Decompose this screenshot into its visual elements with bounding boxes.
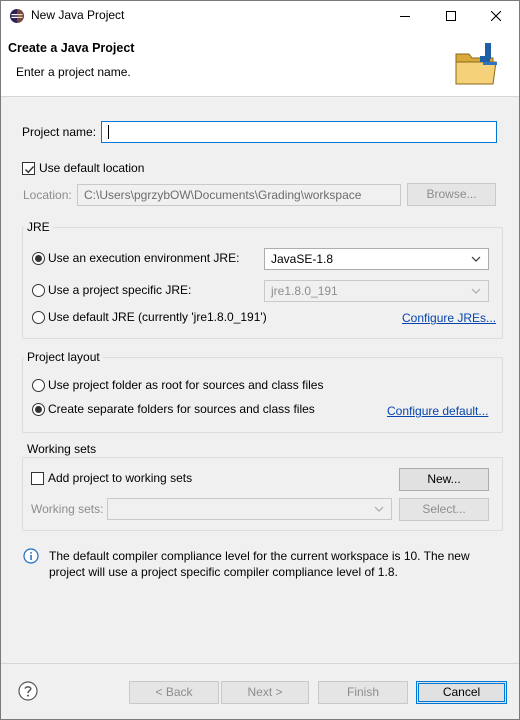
project-name-input[interactable] xyxy=(101,121,497,143)
text-caret xyxy=(108,125,109,139)
title-bar[interactable]: New Java Project xyxy=(1,1,519,30)
configure-default-link[interactable]: Configure default... xyxy=(387,404,488,418)
window-title: New Java Project xyxy=(31,8,125,22)
jre-execution-env-label[interactable]: Use an execution environment JRE: xyxy=(48,251,239,265)
info-icon xyxy=(23,548,39,564)
eclipse-app-icon xyxy=(9,8,25,24)
footer-separator xyxy=(1,663,519,664)
location-input[interactable]: C:\Users\pgrzybOW\Documents\Grading\work… xyxy=(77,184,401,206)
maximize-button[interactable] xyxy=(428,1,474,30)
layout-root-folder-label[interactable]: Use project folder as root for sources a… xyxy=(48,378,323,392)
cancel-button[interactable]: Cancel xyxy=(416,681,507,704)
jre-execution-env-radio[interactable] xyxy=(32,252,45,265)
project-specific-jre-select[interactable]: jre1.8.0_191 xyxy=(264,280,489,302)
checkmark-icon xyxy=(25,166,35,174)
java-project-folder-icon xyxy=(453,40,501,88)
jre-default-label[interactable]: Use default JRE (currently 'jre1.8.0_191… xyxy=(48,310,267,324)
minimize-icon xyxy=(400,15,410,17)
banner-subtitle: Enter a project name. xyxy=(16,65,131,79)
minimize-button[interactable] xyxy=(382,1,428,30)
location-label: Location: xyxy=(23,188,72,202)
use-default-location-label[interactable]: Use default location xyxy=(39,161,144,175)
compliance-info-message: The default compiler compliance level fo… xyxy=(49,549,470,579)
execution-env-value: JavaSE-1.8 xyxy=(271,252,334,266)
radio-dot xyxy=(35,406,42,413)
new-java-project-window: New Java Project Create a Java Project E… xyxy=(0,0,520,720)
execution-env-select[interactable]: JavaSE-1.8 xyxy=(264,248,489,270)
project-name-label: Project name: xyxy=(22,125,97,139)
layout-separate-folders-radio[interactable] xyxy=(32,403,45,416)
add-to-working-sets-checkbox[interactable] xyxy=(31,472,44,485)
chevron-down-icon xyxy=(471,256,481,262)
chevron-down-icon xyxy=(374,506,384,512)
close-button[interactable] xyxy=(473,1,519,30)
layout-root-folder-radio[interactable] xyxy=(32,379,45,392)
help-icon[interactable] xyxy=(18,681,38,701)
select-working-sets-button[interactable]: Select... xyxy=(399,498,489,521)
back-button[interactable]: < Back xyxy=(129,681,219,704)
banner-title: Create a Java Project xyxy=(8,41,135,55)
jre-group-title: JRE xyxy=(24,220,53,234)
jre-project-specific-radio[interactable] xyxy=(32,284,45,297)
add-to-working-sets-label[interactable]: Add project to working sets xyxy=(48,471,192,485)
finish-button[interactable]: Finish xyxy=(318,681,408,704)
use-default-location-checkbox[interactable] xyxy=(22,162,35,175)
layout-separate-folders-label[interactable]: Create separate folders for sources and … xyxy=(48,402,315,416)
chevron-down-icon xyxy=(471,288,481,294)
configure-jres-link[interactable]: Configure JREs... xyxy=(402,311,496,325)
working-sets-group-title: Working sets xyxy=(24,442,100,456)
project-specific-jre-value: jre1.8.0_191 xyxy=(271,284,338,298)
close-icon xyxy=(491,10,501,21)
working-sets-select[interactable] xyxy=(107,498,392,520)
radio-dot xyxy=(35,255,42,262)
new-working-set-button[interactable]: New... xyxy=(399,468,489,491)
jre-project-specific-label[interactable]: Use a project specific JRE: xyxy=(48,283,191,297)
browse-button[interactable]: Browse... xyxy=(407,183,496,206)
working-sets-label: Working sets: xyxy=(31,502,104,516)
jre-default-radio[interactable] xyxy=(32,311,45,324)
maximize-icon xyxy=(446,10,456,21)
project-layout-group-title: Project layout xyxy=(24,350,103,364)
wizard-banner: Create a Java Project Enter a project na… xyxy=(1,30,519,97)
next-button[interactable]: Next > xyxy=(221,681,309,704)
project-layout-group xyxy=(22,357,503,433)
